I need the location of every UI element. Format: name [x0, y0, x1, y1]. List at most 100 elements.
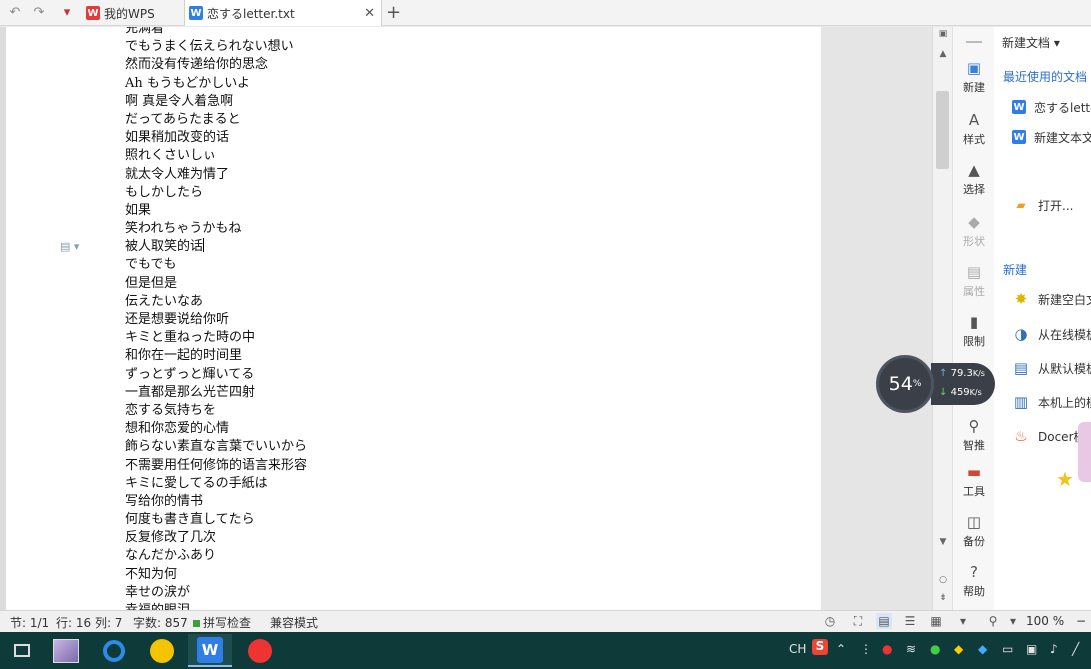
recent-item[interactable]: W 新建文本文档 [1012, 127, 1091, 147]
paragraph-handle-icon[interactable]: ▤ ▾ [60, 240, 79, 253]
sidebar-item-shape[interactable]: ◆ 形状 [953, 213, 995, 249]
document-line[interactable]: ずっとずっと輝いてる [125, 366, 307, 384]
document-line[interactable]: 如果 [125, 202, 307, 220]
document-line[interactable]: 如果稍加改变的话 [125, 129, 307, 147]
taskbar-app-music[interactable] [238, 634, 282, 667]
eye-care-icon[interactable]: ⚲ [985, 613, 1001, 629]
fullscreen-icon[interactable]: ⛶ [850, 613, 866, 629]
sidebar-item-smart-push[interactable]: ⚲ 智推 [953, 417, 995, 453]
recent-item[interactable]: W 恋するletter.txt [1012, 97, 1091, 117]
input-language-indicator[interactable]: CH [789, 642, 806, 656]
document-line[interactable]: なんだかふあり [125, 547, 307, 565]
zoom-out-icon[interactable]: − [1076, 614, 1086, 628]
scroll-up-icon[interactable]: ▲ [933, 49, 953, 59]
tray-rss-icon[interactable]: ≋ [906, 642, 916, 656]
document-line[interactable]: 反复修改了几次 [125, 529, 307, 547]
vertical-scrollbar[interactable]: ▣ ▲ ▼ ○ ⇟ [932, 27, 952, 610]
menu-dropdown-icon[interactable]: ▾ [58, 4, 76, 22]
tray-expand-icon[interactable]: ⌃ [836, 642, 846, 656]
tray-network-icon[interactable]: ╱ [1072, 642, 1079, 656]
document-line[interactable]: 啊 真是令人着急啊 [125, 93, 307, 111]
zoom-dropdown-icon[interactable]: ▾ [1005, 613, 1021, 629]
sidebar-item-new-doc[interactable]: ▣ 新建 [953, 59, 995, 95]
document-line[interactable]: 伝えたいなあ [125, 293, 307, 311]
outline-view-icon[interactable]: ☰ [902, 613, 918, 629]
tab-home[interactable]: W 我的WPS [82, 0, 180, 26]
document-line[interactable]: 和你在一起的时间里 [125, 347, 307, 365]
spellcheck-toggle[interactable]: 拼写检查 [193, 614, 251, 631]
tray-display-icon[interactable]: ▣ [1026, 642, 1037, 656]
protect-icon[interactable]: ▾ [955, 613, 971, 629]
document-line[interactable]: 飾らない素直な言葉でいいから [125, 438, 307, 456]
new-document-dropdown[interactable]: 新建文档 ▾ [1002, 34, 1060, 51]
sidebar-item-select[interactable]: ▲ 选择 [953, 161, 995, 197]
tab-document[interactable]: W 恋するletter.txt ✕ [184, 0, 382, 26]
document-page[interactable]: ▤ ▾ 充满着 でもうまく伝えられない想い 然而没有传递给你的思念 Ah もうもどかし… [6, 27, 821, 610]
taskbar-app-player[interactable] [140, 634, 184, 667]
document-line[interactable]: でもうまく伝えられない想い [125, 38, 307, 56]
history-icon[interactable]: ◷ [822, 613, 838, 629]
document-line[interactable]: 幸せの涙が [125, 584, 307, 602]
new-blank-item[interactable]: ✸ 新建空白文档 [1012, 289, 1091, 309]
tray-app-icon[interactable]: ● [882, 642, 892, 656]
browse-object-icon[interactable]: ○ [933, 575, 953, 585]
document-line[interactable]: 想和你恋爱的心情 [125, 420, 307, 438]
close-tab-icon[interactable]: ✕ [364, 6, 375, 21]
document-line[interactable]: Ah もうもどかしいよ [125, 75, 307, 93]
view-toggle-icon[interactable]: ▣ [933, 29, 953, 39]
sidebar-item-backup[interactable]: ◫ 备份 [953, 513, 995, 549]
default-template-item[interactable]: ▤ 从默认模板新建 [1012, 358, 1091, 378]
document-line[interactable]: 何度も書き直してたら [125, 511, 307, 529]
document-line[interactable]: 被人取笑的话 [125, 238, 307, 256]
sidebar-item-help[interactable]: ? 帮助 [953, 563, 995, 599]
document-line[interactable]: 还是想要说给你听 [125, 311, 307, 329]
document-line[interactable]: 写给你的情书 [125, 493, 307, 511]
next-page-icon[interactable]: ⇟ [933, 593, 953, 603]
new-tab-icon[interactable]: + [386, 2, 401, 23]
zoom-level[interactable]: 100 % [1026, 614, 1064, 628]
scroll-thumb[interactable] [936, 91, 949, 169]
sidebar-item-tools[interactable]: ▬ 工具 [953, 463, 995, 499]
scroll-down-icon[interactable]: ▼ [933, 537, 953, 547]
network-monitor-widget[interactable]: ↑ 79.3K/s ↓ 459K/s 54% [876, 355, 996, 413]
tray-security-icon[interactable]: ◆ [954, 642, 963, 656]
tray-shield-icon[interactable]: ◆ [978, 642, 987, 656]
document-line[interactable]: でもでも [125, 256, 307, 274]
document-line[interactable]: 就太令人难为情了 [125, 166, 307, 184]
sidebar-item-property[interactable]: ▤ 属性 [953, 263, 995, 299]
redo-icon[interactable]: ↷ [30, 4, 48, 22]
page-view-icon[interactable]: ▤ [876, 613, 892, 629]
document-line[interactable]: もしかしたら [125, 184, 307, 202]
tray-kebab-icon[interactable]: ⋮ [860, 642, 872, 656]
document-text[interactable]: 充满着 でもうまく伝えられない想い 然而没有传递给你的思念 Ah もうもどかしいよ啊 … [125, 27, 307, 610]
document-line[interactable]: 不需要用任何修饰的语言来形容 [125, 457, 307, 475]
document-line[interactable]: キミと重ねった時の中 [125, 329, 307, 347]
document-line[interactable]: 充满着 [125, 27, 307, 38]
document-line[interactable]: 笑われちゃうかもね [125, 220, 307, 238]
web-view-icon[interactable]: ▦ [928, 613, 944, 629]
document-line[interactable]: だってあらたまると [125, 111, 307, 129]
document-line[interactable]: 恋する気持ちを [125, 402, 307, 420]
task-view-button[interactable] [0, 634, 44, 667]
tray-battery-icon[interactable]: ▭ [1002, 642, 1013, 656]
document-line[interactable]: 不知为何 [125, 566, 307, 584]
sidebar-item-restrict[interactable]: ▮ 限制 [953, 313, 995, 349]
sidebar-item-style[interactable]: A 样式 [953, 111, 995, 147]
open-item[interactable]: ▰ 打开... [1012, 195, 1073, 215]
document-line[interactable]: 幸福的眼泪 [125, 602, 307, 610]
document-line[interactable]: 但是但是 [125, 275, 307, 293]
tray-volume-icon[interactable]: ♪ [1050, 642, 1058, 656]
document-line[interactable]: 一直都是那么光芒四射 [125, 384, 307, 402]
taskbar-app-image[interactable] [44, 634, 88, 667]
word-count[interactable]: 字数: 857 [133, 614, 188, 631]
taskbar-app-browser[interactable] [92, 634, 136, 667]
tray-wechat-icon[interactable]: ● [930, 642, 940, 656]
ime-indicator[interactable]: S [812, 639, 828, 655]
document-line[interactable]: 然而没有传递给你的思念 [125, 56, 307, 74]
online-template-item[interactable]: ◑ 从在线模板新建 [1012, 324, 1091, 344]
document-line[interactable]: キミに愛してるの手紙は [125, 475, 307, 493]
undo-icon[interactable]: ↶ [6, 4, 24, 22]
taskbar-app-wps-writer[interactable]: W [188, 634, 232, 667]
local-template-item[interactable]: ▥ 本机上的模板 [1012, 392, 1091, 412]
document-line[interactable]: 照れくさいしぃ [125, 147, 307, 165]
